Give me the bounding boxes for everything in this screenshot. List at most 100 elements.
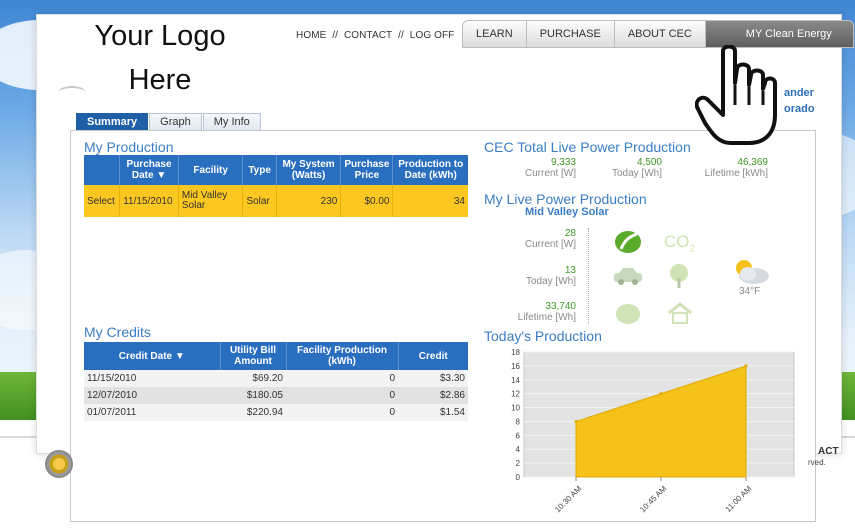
pointer-hand-icon <box>694 44 777 152</box>
live-lifetime-stat: 33,740 Lifetime [Wh] <box>505 301 576 323</box>
user-location-partial: orado <box>784 103 815 115</box>
table-cell: $2.86 <box>398 387 468 404</box>
x-tick-label: 10:30 AM <box>553 484 584 515</box>
my-production-title: My Production <box>84 139 174 155</box>
stat-value: 28 <box>564 228 576 239</box>
weather-icon <box>728 256 772 289</box>
x-tick-label: 11:00 AM <box>724 484 754 514</box>
co2-label: CO <box>664 232 690 251</box>
top-nav: HOME // CONTACT // LOG OFF <box>296 30 457 41</box>
y-tick-label: 14 <box>511 376 520 385</box>
stats-divider <box>588 228 589 324</box>
table-cell: $3.30 <box>398 370 468 387</box>
main-tabs: LEARN PURCHASE ABOUT CEC MY Clean Energy <box>462 20 854 48</box>
table-cell: 11/15/2010 <box>119 185 179 217</box>
column-header <box>84 155 121 185</box>
y-tick-label: 12 <box>511 390 520 399</box>
stat-value: 4,500 <box>636 157 662 168</box>
contact-link[interactable]: CONTACT <box>344 30 392 41</box>
nav-separator: // <box>332 30 339 41</box>
tree-icon <box>666 263 692 292</box>
y-tick-label: 2 <box>516 459 521 468</box>
footer-logo[interactable] <box>45 450 73 478</box>
live-today-stat: 13 Today [Wh] <box>505 265 576 287</box>
todays-production-chart: 0 2 4 6 8 10 12 14 16 18 10:30 AM 10:45 AM 11:00 AM <box>511 348 795 515</box>
decorative-arc <box>58 86 86 100</box>
tab-summary[interactable]: Summary <box>76 113 149 131</box>
y-tick-label: 10 <box>511 404 520 413</box>
cec-today-stat: 4,500 Today [Wh] <box>592 157 662 179</box>
home-link[interactable]: HOME <box>296 30 326 41</box>
tab-learn[interactable]: LEARN <box>462 20 527 48</box>
tab-my-info[interactable]: My Info <box>202 113 261 131</box>
data-point <box>659 392 663 396</box>
table-cell: 11/15/2010 <box>84 370 220 387</box>
stat-value: 46,369 <box>737 157 768 168</box>
table-row: 12/07/2010 $180.05 0 $2.86 <box>84 387 468 404</box>
stat-value: 9,333 <box>550 157 576 168</box>
column-header: Type <box>242 155 277 185</box>
cec-current-stat: 9,333 Current [W] <box>508 157 576 179</box>
sub-tabs: Summary Graph My Info <box>76 113 262 131</box>
facility-name: Mid Valley Solar <box>525 206 609 218</box>
tab-purchase[interactable]: PURCHASE <box>526 20 615 48</box>
car-icon <box>612 266 644 289</box>
tab-about-cec[interactable]: ABOUT CEC <box>614 20 706 48</box>
footer-rights-partial: rved. <box>808 458 826 467</box>
stat-label: Today [Wh] <box>611 168 662 179</box>
y-tick-label: 18 <box>511 348 520 357</box>
data-point <box>574 419 578 423</box>
production-header-row: Purchase Date ▼ Facility Type My System … <box>84 155 468 185</box>
logo[interactable]: Your Logo Here <box>60 14 260 102</box>
stat-value: 33,740 <box>545 301 576 312</box>
table-cell: 34 <box>392 185 468 217</box>
column-header: My System (Watts) <box>276 155 342 185</box>
data-point <box>744 364 748 368</box>
y-tick-label: 8 <box>516 417 521 426</box>
table-cell: 01/07/2011 <box>84 404 220 421</box>
cec-total-title: CEC Total Live Power Production <box>484 139 691 155</box>
logo-line-1: Your Logo <box>94 20 226 52</box>
select-link[interactable]: Select <box>84 185 121 217</box>
table-cell: 12/07/2010 <box>84 387 220 404</box>
footer-contact-partial[interactable]: ACT <box>818 446 839 457</box>
column-header: Credit <box>398 342 468 370</box>
live-power-title: My Live Power Production <box>484 191 647 207</box>
tab-graph[interactable]: Graph <box>149 113 202 131</box>
live-current-stat: 28 Current [W] <box>505 228 576 250</box>
column-header-purchase-date[interactable]: Purchase Date ▼ <box>119 155 179 185</box>
table-row: 11/15/2010 $69.20 0 $3.30 <box>84 370 468 387</box>
user-info: ander orado <box>784 85 815 117</box>
y-tick-label: 6 <box>516 431 521 440</box>
table-cell: $220.94 <box>220 404 286 421</box>
stat-label: Lifetime [Wh] <box>517 312 576 323</box>
cec-lifetime-stat: 46,369 Lifetime [kWh] <box>692 157 768 179</box>
column-header: Facility Production (kWh) <box>286 342 399 370</box>
co2-subscript: 2 <box>689 243 696 255</box>
stat-value: 13 <box>564 265 576 276</box>
production-table: Purchase Date ▼ Facility Type My System … <box>84 155 468 217</box>
todays-production-title: Today's Production <box>484 328 602 344</box>
table-cell: $0.00 <box>340 185 394 217</box>
column-header-credit-date[interactable]: Credit Date ▼ <box>84 342 221 370</box>
leaf-icon <box>613 229 643 258</box>
y-tick-label: 16 <box>511 362 520 371</box>
tab-my-clean-energy[interactable]: MY Clean Energy <box>705 20 854 48</box>
y-tick-label: 4 <box>516 445 521 454</box>
log-off-link[interactable]: LOG OFF <box>410 30 455 41</box>
table-cell: $1.54 <box>398 404 468 421</box>
y-tick-label: 0 <box>516 473 521 482</box>
stat-label: Current [W] <box>524 239 576 250</box>
co2-icon: CO2 <box>664 232 695 254</box>
stat-label: Current [W] <box>524 168 576 179</box>
table-row: Select 11/15/2010 Mid Valley Solar Solar… <box>84 185 468 217</box>
table-cell: Solar <box>242 185 277 217</box>
table-row: 01/07/2011 $220.94 0 $1.54 <box>84 404 468 421</box>
temperature: 34°F <box>739 286 761 297</box>
credits-table: Credit Date ▼ Utility Bill Amount Facili… <box>84 342 468 421</box>
logo-line-2: Here <box>128 64 192 96</box>
credits-header-row: Credit Date ▼ Utility Bill Amount Facili… <box>84 342 468 370</box>
stat-label: Lifetime [kWh] <box>704 168 768 179</box>
house-icon <box>667 302 693 327</box>
column-header: Purchase Price <box>340 155 394 185</box>
